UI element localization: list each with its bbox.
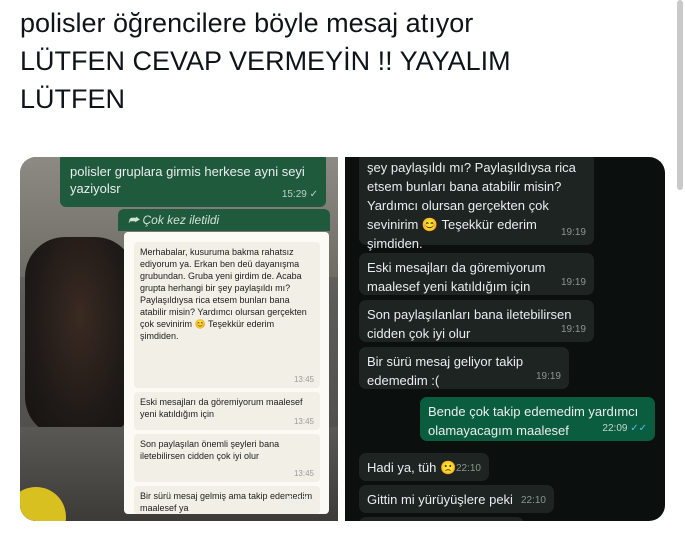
media-image-left[interactable]: polisler gruplara girmis herkese ayni se… xyxy=(20,157,338,521)
message-time: 13:45 xyxy=(293,375,314,384)
chat-message-incoming: şey paylaşıldı mı? Paylaşıldıysa rica et… xyxy=(359,157,594,251)
message-text: Son paylaşılanları bana iletebilirsen ci… xyxy=(367,307,572,341)
media-image-right[interactable]: şey paylaşıldı mı? Paylaşıldıysa rica et… xyxy=(345,157,665,521)
message-text: Son paylaşılan önemli şeyleri bana ilete… xyxy=(140,439,280,461)
message-text: şey paylaşıldı mı? Paylaşıldıysa rica et… xyxy=(367,160,576,251)
photo-bag xyxy=(25,237,135,437)
chat-message-outgoing: Bende çok takip edemedim yardımcı olamay… xyxy=(420,397,655,441)
forwarded-message: Son paylaşılan önemli şeyleri bana ilete… xyxy=(134,434,320,482)
message-time: 19:19 xyxy=(560,277,586,288)
chat-message-incoming-cut xyxy=(359,517,524,521)
message-time: 22:10 xyxy=(455,463,481,474)
chat-message-incoming: Hadi ya, tüh 🙁 22:10 xyxy=(359,453,489,481)
message-text: Eski mesajları da göremiyorum maalesef y… xyxy=(140,397,303,419)
message-time: 19:19 xyxy=(560,324,586,335)
message-text: Eski mesajları da göremiyorum maalesef y… xyxy=(367,260,546,294)
message-text: Gittin mi yürüyüşlere peki xyxy=(367,492,513,507)
tweet-line-2: LÜTFEN CEVAP VERMEYİN !! YAYALIM xyxy=(20,46,511,76)
forwarded-message: Eski mesajları da göremiyorum maalesef y… xyxy=(134,392,320,430)
message-time: 13:45 xyxy=(293,469,314,478)
message-time: 19:19 xyxy=(560,227,586,238)
message-time: 22:09 xyxy=(602,423,628,434)
page-scrollbar[interactable] xyxy=(677,0,683,190)
chat-message-incoming: Eski mesajları da göremiyorum maalesef y… xyxy=(359,253,594,295)
message-time: 19:19 xyxy=(535,371,561,382)
message-time: 15:29 ✓ xyxy=(281,189,318,200)
forwarded-message: Merhabalar, kusuruma bakma rahatsız ediy… xyxy=(134,242,320,388)
chat-message-incoming: Bir sürü mesaj geliyor takip edemedim :(… xyxy=(359,347,569,389)
message-time: 13:45 xyxy=(293,417,314,426)
message-text: Merhabalar, kusuruma bakma rahatsız ediy… xyxy=(140,247,307,341)
forwarded-label: ⮫ Çok kez iletildi xyxy=(118,209,330,231)
message-text: polisler gruplara girmis herkese ayni se… xyxy=(70,164,305,196)
tweet-line-1: polisler öğrencilere böyle mesaj atıyor xyxy=(20,8,474,38)
tweet-media[interactable]: polisler gruplara girmis herkese ayni se… xyxy=(20,157,665,521)
message-text: Hadi ya, tüh 🙁 xyxy=(367,460,457,475)
forwarded-screenshot: Merhabalar, kusuruma bakma rahatsız ediy… xyxy=(124,232,329,514)
message-status: 22:09 ✓✓ xyxy=(602,419,647,438)
tweet-text: polisler öğrencilere böyle mesaj atıyor … xyxy=(20,4,620,118)
read-checks-icon: ✓✓ xyxy=(630,423,647,434)
message-bubble-top: polisler gruplara girmis herkese ayni se… xyxy=(60,157,326,207)
chat-message-incoming: Son paylaşılanları bana iletebilirsen ci… xyxy=(359,300,594,342)
tweet-line-3: LÜTFEN xyxy=(20,84,126,114)
message-text: Bir sürü mesaj geliyor takip edemedim :( xyxy=(367,354,524,388)
chat-message-incoming: Gittin mi yürüyüşlere peki 22:10 xyxy=(359,485,554,513)
message-time: 15:29 ✓ xyxy=(282,495,319,506)
message-time: 22:10 xyxy=(520,495,546,506)
